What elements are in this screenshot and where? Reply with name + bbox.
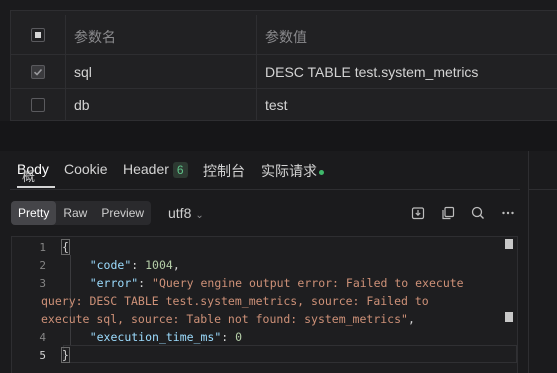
- error-value-part1: "Query engine output error: Failed to ex…: [152, 276, 464, 290]
- active-tab-indicator: [17, 186, 55, 188]
- more-icon[interactable]: [500, 205, 516, 221]
- param-db-checkbox[interactable]: [31, 98, 45, 112]
- response-tabs: Body Cookie Header 6 控制台 实际请求: [10, 151, 520, 190]
- copy-icon[interactable]: [440, 205, 456, 221]
- line-number: 1: [39, 241, 46, 254]
- param-name-sql[interactable]: sql: [74, 64, 92, 80]
- line-number: 3: [39, 277, 46, 290]
- chevron-down-icon: ⌄: [195, 210, 204, 221]
- error-value-part2: query: DESC TABLE test.system_metrics, s…: [41, 294, 429, 308]
- view-mode-switch: Pretty Raw Preview: [11, 201, 152, 225]
- code-line-5: }: [61, 346, 70, 364]
- code-line-3-wrap1: query: DESC TABLE test.system_metrics, s…: [41, 292, 429, 310]
- response-body-editor[interactable]: 1 2 3 4 5 { "code": 1004, "error": "Quer…: [11, 236, 518, 373]
- select-all-checkbox[interactable]: [31, 28, 45, 42]
- code-line-1: {: [61, 238, 70, 256]
- execution-time-key: "execution_time_ms": [89, 330, 222, 344]
- tab-actual-request[interactable]: 实际请求: [261, 161, 324, 181]
- param-row-db: db test: [11, 89, 557, 121]
- line-number: 2: [39, 259, 46, 272]
- column-divider: [256, 15, 257, 54]
- line-number: 5: [39, 349, 46, 362]
- params-header-row: 参数名 参数值: [11, 15, 557, 55]
- download-icon[interactable]: [410, 205, 426, 221]
- column-divider: [65, 15, 66, 54]
- encoding-select[interactable]: utf8 ⌄: [168, 205, 204, 221]
- view-mode-raw[interactable]: Raw: [56, 201, 94, 225]
- code-line-3: "error": "Query engine output error: Fai…: [62, 274, 464, 292]
- code-line-3-wrap2: execute sql, source: Table not found: sy…: [41, 310, 415, 328]
- check-icon: [33, 68, 43, 76]
- execution-time-value: 0: [235, 330, 243, 344]
- params-table: 参数名 参数值 sql DESC TABLE test.system_metri…: [10, 10, 557, 121]
- colon: :: [221, 330, 236, 344]
- open-brace: {: [61, 239, 70, 255]
- error-key: "error": [89, 276, 139, 290]
- view-mode-pretty[interactable]: Pretty: [11, 201, 57, 225]
- search-icon[interactable]: [470, 205, 486, 221]
- close-brace: }: [61, 347, 70, 363]
- tab-console[interactable]: 控制台: [203, 161, 245, 181]
- code-value: 1004: [145, 258, 173, 272]
- param-sql-checkbox[interactable]: [31, 65, 45, 79]
- param-name-header: 参数名: [74, 29, 116, 45]
- header-count-badge: 6: [172, 162, 188, 178]
- scrollbar-marker[interactable]: [505, 312, 513, 322]
- panel-border: [529, 189, 557, 190]
- param-value-header: 参数值: [265, 29, 307, 45]
- code-line-4: "execution_time_ms": 0: [62, 328, 242, 346]
- param-value-sql[interactable]: DESC TABLE test.system_metrics: [265, 64, 478, 80]
- code-key: "code": [89, 258, 132, 272]
- scrollbar-marker[interactable]: [505, 239, 513, 249]
- column-divider: [65, 89, 66, 121]
- tab-cookie[interactable]: Cookie: [64, 161, 108, 177]
- colon: :: [138, 276, 153, 290]
- tab-header-label: Header: [123, 161, 169, 177]
- column-divider: [256, 55, 257, 88]
- line-number: 4: [39, 331, 46, 344]
- status-dot-icon: [319, 169, 324, 175]
- column-divider: [256, 89, 257, 121]
- view-mode-preview[interactable]: Preview: [94, 201, 151, 225]
- code-line-2: "code": 1004,: [62, 256, 180, 274]
- right-panel-title[interactable]: 概: [22, 166, 35, 185]
- param-name-db[interactable]: db: [74, 97, 90, 113]
- colon: :: [131, 258, 146, 272]
- current-line-highlight: [63, 345, 517, 363]
- param-row-sql: sql DESC TABLE test.system_metrics: [11, 55, 557, 89]
- right-side-panel: [528, 151, 557, 373]
- error-value-part3: execute sql, source: Table not found: sy…: [41, 312, 408, 326]
- comma: ,: [407, 312, 415, 326]
- tab-header[interactable]: Header 6: [123, 161, 188, 178]
- comma: ,: [172, 258, 180, 272]
- encoding-value: utf8: [168, 205, 192, 221]
- tab-actual-request-label: 实际请求: [261, 163, 317, 179]
- column-divider: [65, 55, 66, 88]
- param-value-db[interactable]: test: [265, 97, 288, 113]
- panel-divider[interactable]: [0, 121, 557, 151]
